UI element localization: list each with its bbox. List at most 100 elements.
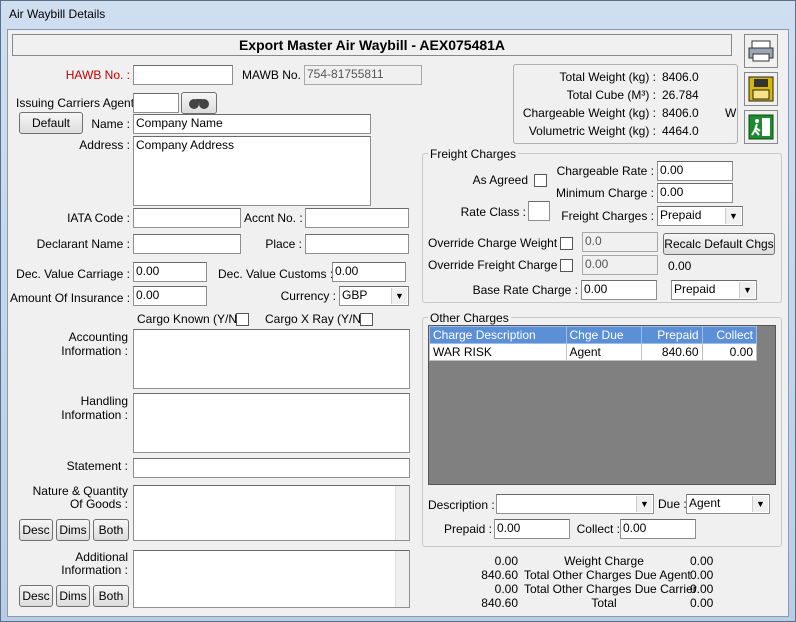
name-label: Name : (91, 117, 130, 131)
additional-dims-button[interactable]: Dims (56, 585, 90, 607)
insurance-input[interactable]: 0.00 (133, 286, 207, 306)
nature-dims-button[interactable]: Dims (56, 519, 90, 541)
name-input[interactable]: Company Name (133, 114, 371, 134)
currency-value: GBP (342, 288, 368, 302)
freight-charges-value: Prepaid (660, 208, 702, 222)
issuing-agent-input[interactable] (133, 93, 179, 113)
table-row[interactable]: WAR RISK Agent 840.60 0.00 (429, 343, 758, 361)
totals-box: Total Weight (kg) : 8406.0 Total Cube (M³)… (513, 64, 738, 144)
as-agreed-checkbox[interactable] (534, 174, 547, 187)
default-button[interactable]: Default (19, 112, 83, 134)
column-header[interactable]: Charge Description (429, 326, 567, 344)
printer-icon (748, 40, 774, 62)
minimum-charge-input[interactable]: 0.00 (657, 183, 733, 203)
totals-value: 8406.0 (662, 70, 699, 84)
insurance-label: Amount Of Insurance : (10, 291, 131, 305)
other-charges-title: Other Charges (428, 311, 511, 325)
description-select[interactable]: ▼ (496, 494, 654, 514)
totals-value: 8406.0 (662, 106, 699, 120)
binoculars-icon (189, 99, 209, 109)
cell-desc: WAR RISK (429, 343, 567, 361)
additional-label-2: Information : (61, 563, 128, 577)
chevron-down-icon: ▼ (752, 496, 768, 512)
rate-class-label: Rate Class : (460, 205, 526, 219)
freight-charges-select[interactable]: Prepaid ▼ (657, 206, 743, 226)
totals-label: Chargeable Weight (kg) : (522, 106, 656, 120)
column-header[interactable]: Collect (701, 326, 758, 344)
due-label: Due : (658, 497, 687, 511)
other-charges-grid[interactable]: Charge Description Chge Due Prepaid Collect… (428, 325, 776, 485)
summary-right: 0.00 (690, 554, 714, 568)
minimum-charge-label: Minimum Charge : (555, 186, 654, 200)
base-rate-mode-select[interactable]: Prepaid ▼ (671, 280, 757, 300)
additional-desc-button[interactable]: Desc (19, 585, 53, 607)
nature-label-1: Nature & Quantity (32, 484, 128, 498)
place-input[interactable] (305, 234, 409, 254)
override-weight-input[interactable]: 0.0 (582, 232, 658, 252)
rate-class-input[interactable] (528, 201, 550, 221)
lookup-button[interactable] (181, 92, 217, 114)
freight-charges-title: Freight Charges (428, 147, 519, 161)
override-freight-display: 0.00 (668, 259, 692, 273)
handling-label-2: Information : (61, 408, 128, 422)
totals-label: Volumetric Weight (kg) : (528, 124, 656, 138)
exit-button[interactable] (744, 110, 778, 144)
additional-both-button[interactable]: Both (93, 585, 129, 607)
print-button[interactable] (744, 34, 778, 68)
accnt-input[interactable] (305, 208, 409, 228)
summary-right: 0.00 (690, 568, 714, 582)
handling-label-1: Handling (80, 394, 128, 408)
hawb-label: HAWB No. : (65, 68, 130, 82)
override-freight-input[interactable]: 0.00 (582, 255, 658, 275)
cargo-xray-label: Cargo X Ray (Y/N) (265, 312, 366, 326)
nature-textarea[interactable] (133, 485, 410, 541)
totals-label: Total Cube (M³) : (566, 88, 656, 102)
override-freight-label: Override Freight Charge (428, 258, 558, 272)
declarant-input[interactable] (133, 234, 241, 254)
handling-textarea[interactable] (133, 393, 410, 453)
place-label: Place : (265, 237, 302, 251)
override-freight-checkbox[interactable] (560, 259, 573, 272)
column-header[interactable]: Chge Due (565, 326, 643, 344)
override-weight-checkbox[interactable] (560, 237, 573, 250)
collect-input[interactable]: 0.00 (620, 519, 696, 539)
due-value: Agent (689, 496, 721, 510)
cell-collect: 0.00 (701, 343, 758, 361)
mawb-label: MAWB No. : (242, 68, 308, 82)
hawb-input[interactable] (133, 65, 233, 85)
summary-right: 0.00 (690, 596, 714, 610)
nature-desc-button[interactable]: Desc (19, 519, 53, 541)
summary-left: 840.60 (481, 568, 518, 582)
other-charges-table: Charge Description Chge Due Prepaid Collect… (429, 326, 758, 361)
chevron-down-icon: ▼ (391, 288, 407, 304)
column-header[interactable]: Prepaid (641, 326, 703, 344)
nature-both-button[interactable]: Both (93, 519, 129, 541)
collect-label: Collect : (576, 522, 620, 536)
page-title: Export Master Air Waybill - AEX075481A (12, 34, 732, 56)
chargeable-rate-input[interactable]: 0.00 (657, 161, 733, 181)
address-textarea[interactable]: Company Address (133, 136, 371, 206)
base-rate-mode-value: Prepaid (674, 282, 716, 296)
prepaid-input[interactable]: 0.00 (494, 519, 570, 539)
dec-customs-input[interactable]: 0.00 (332, 262, 406, 282)
save-button[interactable] (744, 72, 778, 106)
scrollbar[interactable] (395, 551, 409, 607)
dec-carriage-label: Dec. Value Carriage : (16, 267, 130, 281)
cargo-xray-checkbox[interactable] (360, 313, 373, 326)
recalc-button[interactable]: Recalc Default Chgs (663, 233, 775, 255)
summary-label: Total Other Charges Due Carrier (524, 582, 697, 596)
nature-label-2: Of Goods : (69, 497, 128, 511)
dec-carriage-input[interactable]: 0.00 (133, 262, 207, 282)
issuing-agent-label: Issuing Carriers Agent : (16, 96, 141, 110)
currency-select[interactable]: GBP ▼ (339, 286, 409, 306)
base-rate-input[interactable]: 0.00 (581, 280, 657, 300)
iata-input[interactable] (133, 208, 241, 228)
statement-input[interactable] (133, 458, 410, 478)
iata-label: IATA Code : (67, 211, 130, 225)
accounting-textarea[interactable] (133, 329, 410, 389)
additional-textarea[interactable] (133, 550, 410, 608)
totals-value: 4464.0 (662, 124, 699, 138)
due-select[interactable]: Agent ▼ (686, 494, 770, 514)
cargo-known-checkbox[interactable] (236, 313, 249, 326)
scrollbar[interactable] (395, 486, 409, 540)
